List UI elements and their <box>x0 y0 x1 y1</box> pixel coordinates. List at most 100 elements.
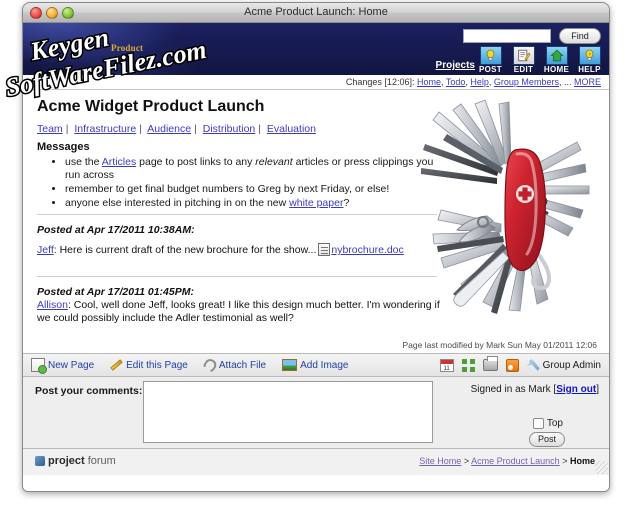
edit-label: EDIT <box>513 65 534 74</box>
projectforum-mark-icon <box>35 456 45 466</box>
message-2-mid: ? <box>343 197 350 209</box>
breadcrumb-current: Home <box>569 456 595 466</box>
edit-this-page-button[interactable]: Edit this Page <box>110 358 188 372</box>
post-text: Jeff: Here is current draft of the new b… <box>37 243 449 257</box>
find-button[interactable]: Find <box>559 28 601 44</box>
comment-area: Post your comments: Signed in as Mark [S… <box>23 377 609 449</box>
post-message: : Here is current draft of the new broch… <box>53 244 317 256</box>
changes-link-group-members[interactable]: Group Members <box>494 77 559 87</box>
projects-link[interactable]: Projects <box>436 60 475 71</box>
changes-link-help[interactable]: Help <box>470 77 489 87</box>
post-button[interactable]: POST <box>476 46 505 75</box>
header-icon-bar: POST EDIT HOME ? HELP <box>476 46 604 75</box>
window-resize-grip[interactable] <box>595 461 608 474</box>
attachment-link[interactable]: nybrochure.doc <box>331 244 403 256</box>
messages-list: use the Articles page to post links to a… <box>45 156 435 211</box>
last-modified-text: Page last modified by Mark Sun May 01/20… <box>23 338 609 354</box>
list-item: anyone else interested in pitching in on… <box>65 197 435 210</box>
image-icon <box>282 359 298 371</box>
page-toolbar: New Page Edit this Page Attach File Add … <box>23 354 609 377</box>
add-image-label: Add Image <box>300 359 349 371</box>
window-title: Acme Product Launch: Home <box>244 6 388 18</box>
white-paper-link[interactable]: white paper <box>289 197 343 209</box>
site-logo[interactable]: Product <box>37 29 247 71</box>
new-page-icon <box>31 358 47 374</box>
changes-prefix: Changes [12:06]: <box>345 77 415 87</box>
home-button[interactable]: HOME <box>542 46 571 75</box>
paperclip-icon <box>201 356 219 374</box>
message-0-pre: use the <box>65 156 102 168</box>
top-checkbox-label: Top <box>546 418 563 429</box>
breadcrumb-separator: > <box>562 456 568 466</box>
nav-link-team[interactable]: Team <box>37 123 63 135</box>
help-button[interactable]: ? HELP <box>575 46 604 75</box>
articles-link[interactable]: Articles <box>102 156 136 168</box>
window-titlebar: Acme Product Launch: Home <box>23 3 609 23</box>
help-label: HELP <box>578 65 601 74</box>
changes-link-todo[interactable]: Todo <box>446 77 466 87</box>
changes-link-home[interactable]: Home <box>417 77 441 87</box>
post-author-link[interactable]: Allison <box>37 299 68 311</box>
top-checkbox-group[interactable]: Top <box>532 418 563 429</box>
rss-icon[interactable] <box>505 358 519 372</box>
post-entry-1: Posted at Apr 17/2011 10:38AM: Jeff: Her… <box>37 224 449 257</box>
window-content: Product Find Projects POST EDIT HOME ? H… <box>23 23 609 491</box>
nav-link-infrastructure[interactable]: Infrastructure <box>74 123 136 135</box>
group-admin-label: Group Admin <box>542 359 601 371</box>
wrench-icon <box>526 359 540 371</box>
site-logo-text: Product <box>111 43 144 53</box>
divider <box>37 214 437 215</box>
new-page-button[interactable]: New Page <box>31 358 95 374</box>
list-item: remember to get final budget numbers to … <box>65 183 435 196</box>
attach-file-button[interactable]: Attach File <box>201 356 266 374</box>
projectforum-logo-part1: project <box>48 455 85 467</box>
home-icon <box>545 46 568 65</box>
new-page-label: New Page <box>48 359 95 371</box>
comment-textarea[interactable] <box>143 381 433 443</box>
search-input[interactable] <box>463 29 551 43</box>
svg-text:?: ? <box>588 52 591 58</box>
calendar-icon[interactable] <box>439 358 454 372</box>
divider <box>37 276 437 277</box>
comment-label: Post your comments: <box>35 385 143 397</box>
changes-bar: Changes [12:06]: Home, Todo, Help, Group… <box>23 75 609 90</box>
signed-in-suffix: ] <box>596 384 599 395</box>
pencil-icon <box>110 359 123 371</box>
post-author-link[interactable]: Jeff <box>37 244 54 256</box>
list-item: use the Articles page to post links to a… <box>65 156 435 182</box>
changes-more-link[interactable]: MORE <box>574 77 601 87</box>
help-icon: ? <box>578 46 601 65</box>
page-title: Acme Widget Product Launch <box>37 98 265 115</box>
breadcrumb: Site Home > Acme Product Launch > Home <box>419 456 595 466</box>
add-image-button[interactable]: Add Image <box>282 359 348 371</box>
changes-ellipsis: ... <box>563 77 572 87</box>
breadcrumb-acme-product-launch[interactable]: Acme Product Launch <box>471 456 560 466</box>
document-icon <box>318 243 331 256</box>
edit-icon <box>512 46 535 65</box>
print-icon[interactable] <box>482 356 498 371</box>
toolbar-right-group: Group Admin <box>439 356 601 372</box>
page-footer: project forum Site Home > Acme Product La… <box>23 449 609 475</box>
top-checkbox[interactable] <box>532 418 544 429</box>
edit-this-page-label: Edit this Page <box>126 359 188 371</box>
sign-out-link[interactable]: Sign out <box>556 384 596 395</box>
application-window: Acme Product Launch: Home Product Find P… <box>22 2 610 492</box>
message-2-pre: anyone else interested in pitching in on… <box>65 197 290 209</box>
nav-link-evaluation[interactable]: Evaluation <box>267 123 316 135</box>
message-0-mid: page to post links to any <box>136 156 256 168</box>
post-timestamp: Posted at Apr 17/2011 01:45PM: <box>37 286 194 298</box>
home-label: HOME <box>543 65 570 74</box>
sitemap-icon[interactable] <box>461 358 475 372</box>
nav-link-distribution[interactable]: Distribution <box>203 123 256 135</box>
nav-link-audience[interactable]: Audience <box>147 123 191 135</box>
group-admin-button[interactable]: Group Admin <box>526 359 601 372</box>
projectforum-logo[interactable]: project forum <box>35 455 116 467</box>
post-icon <box>479 46 502 65</box>
edit-button[interactable]: EDIT <box>509 46 538 75</box>
post-text: Allison: Cool, well done Jeff, looks gre… <box>37 299 449 325</box>
breadcrumb-site-home[interactable]: Site Home <box>419 456 461 466</box>
swiss-army-knife-image <box>417 98 597 323</box>
post-comment-button[interactable]: Post <box>529 432 565 447</box>
message-0-em: relevant <box>255 156 293 168</box>
page-body: Acme Widget Product Launch Team | Infrast… <box>23 90 609 338</box>
